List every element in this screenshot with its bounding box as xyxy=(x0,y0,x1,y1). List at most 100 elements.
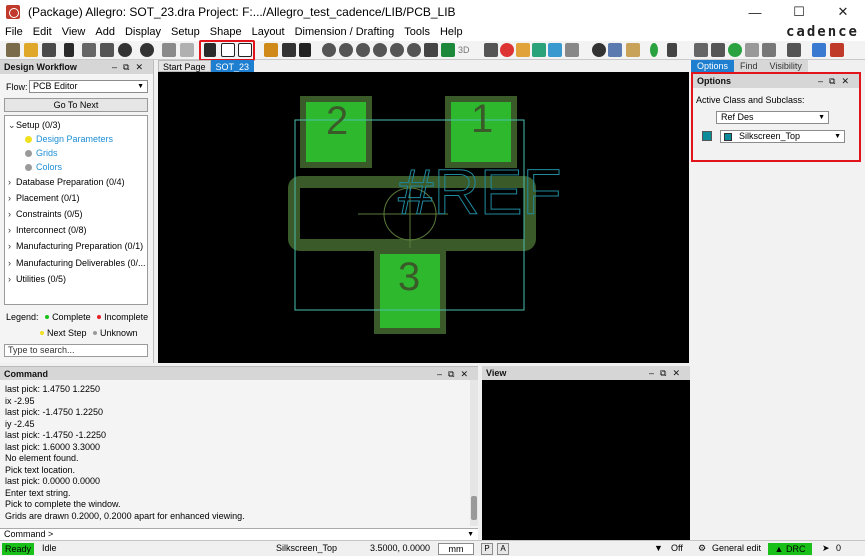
filter-icon[interactable]: ▼ xyxy=(654,543,663,553)
a-toggle[interactable]: A xyxy=(497,543,509,555)
void-icon[interactable] xyxy=(745,43,759,57)
log-line: last pick: 1.6000 3.3000 xyxy=(5,441,101,452)
zoom-in-icon[interactable] xyxy=(356,43,370,57)
workflow-tree: ⌄Setup (0/3) Design Parameters Grids Col… xyxy=(4,115,148,305)
panel-controls[interactable]: –⧉✕ xyxy=(112,60,149,74)
menu-file[interactable]: File xyxy=(0,24,28,41)
menu-setup[interactable]: Setup xyxy=(166,24,205,41)
tree-item-design-parameters[interactable]: Design Parameters xyxy=(25,134,113,144)
panel-controls[interactable]: –⧉✕ xyxy=(649,366,686,380)
layers-icon[interactable] xyxy=(548,43,562,57)
tree-item-colors[interactable]: Colors xyxy=(25,162,62,172)
design-icon[interactable] xyxy=(565,43,579,57)
close-button[interactable]: ✕ xyxy=(821,0,865,24)
layer-visibility-icon[interactable] xyxy=(532,43,546,57)
measure-icon[interactable] xyxy=(667,43,677,57)
log-line: Pick to complete the window. xyxy=(5,499,121,509)
slide-icon[interactable] xyxy=(282,43,296,57)
report-icon[interactable] xyxy=(608,43,622,57)
chevron-right-icon: › xyxy=(8,177,11,187)
log-line: last pick: -1.4750 1.2250 xyxy=(5,407,104,417)
unpin-icon[interactable] xyxy=(180,43,194,57)
3d-canvas-icon[interactable] xyxy=(441,43,455,57)
tree-node-manufacturing-preparation[interactable]: › Manufacturing Preparation (0/1) xyxy=(8,241,143,251)
scrollbar-thumb[interactable] xyxy=(471,496,477,520)
p-toggle[interactable]: P xyxy=(481,543,493,555)
3d-view-icon[interactable]: 3D xyxy=(458,43,474,57)
tab-start-page[interactable]: Start Page xyxy=(158,60,211,72)
copy-icon[interactable] xyxy=(82,43,96,57)
menu-edit[interactable]: Edit xyxy=(28,24,57,41)
maximize-button[interactable]: ☐ xyxy=(777,0,821,24)
tree-item-grids[interactable]: Grids xyxy=(25,148,58,158)
chevron-right-icon: › xyxy=(8,241,11,251)
menu-tools[interactable]: Tools xyxy=(399,24,435,41)
tree-node-utilities[interactable]: › Utilities (0/5) xyxy=(8,274,66,284)
gear-icon[interactable]: ⚙ xyxy=(698,543,706,554)
tree-node-interconnect[interactable]: › Interconnect (0/8) xyxy=(8,225,87,235)
open-folder-icon[interactable] xyxy=(24,43,38,57)
tree-node-placement[interactable]: › Placement (0/1) xyxy=(8,193,80,203)
minimize-button[interactable]: — xyxy=(733,0,777,24)
tab-visibility[interactable]: Visibility xyxy=(763,60,808,72)
tab-options[interactable]: Options xyxy=(691,60,735,72)
add-connect-icon[interactable] xyxy=(264,43,278,57)
zoom-out-icon[interactable] xyxy=(373,43,387,57)
menu-dimension-drafting[interactable]: Dimension / Drafting xyxy=(290,24,400,41)
chevron-right-icon: › xyxy=(8,193,11,203)
menu-layout[interactable]: Layout xyxy=(247,24,290,41)
log-line: Grids are drawn 0.2000, 0.2000 apart for… xyxy=(5,510,245,521)
grid-icon[interactable] xyxy=(484,43,498,57)
move-icon[interactable] xyxy=(64,43,74,57)
pin-icon[interactable] xyxy=(162,43,176,57)
tree-node-database-preparation[interactable]: › Database Preparation (0/4) xyxy=(8,177,125,187)
camera-icon[interactable] xyxy=(787,43,801,57)
spread-icon[interactable] xyxy=(299,43,311,57)
undo-icon[interactable] xyxy=(118,43,132,57)
command-header: Command –⧉✕ xyxy=(0,367,478,381)
drc-indicator[interactable]: ▲ DRC xyxy=(768,543,812,555)
new-design-icon[interactable] xyxy=(6,43,20,57)
workflow-search-input[interactable]: Type to search... xyxy=(4,344,148,357)
shadow-mode-icon[interactable] xyxy=(516,43,530,57)
command-input[interactable]: Command > xyxy=(0,528,478,540)
command-scrollbar[interactable] xyxy=(470,380,478,526)
zoom-points-icon[interactable] xyxy=(339,43,353,57)
export-icon[interactable] xyxy=(812,43,826,57)
units-field[interactable]: mm xyxy=(438,543,474,555)
zoom-world-icon[interactable] xyxy=(390,43,404,57)
edit-mode-status[interactable]: General edit xyxy=(712,543,761,553)
zoom-fit-icon[interactable] xyxy=(322,43,336,57)
home-icon[interactable] xyxy=(694,43,708,57)
edit-boundary-icon[interactable] xyxy=(762,43,776,57)
delete-icon[interactable] xyxy=(100,43,114,57)
tab-find[interactable]: Find xyxy=(734,60,764,72)
zoom-previous-icon[interactable] xyxy=(407,43,421,57)
menu-display[interactable]: Display xyxy=(120,24,166,41)
redo-icon[interactable] xyxy=(140,43,154,57)
shape-tools-icon[interactable] xyxy=(711,43,725,57)
menu-shape[interactable]: Shape xyxy=(205,24,247,41)
save-icon[interactable] xyxy=(42,43,56,57)
design-canvas[interactable]: 2 1 3 #REF xyxy=(158,72,689,363)
menu-help[interactable]: Help xyxy=(435,24,468,41)
pin-add-icon[interactable] xyxy=(650,43,658,57)
assign-net-icon[interactable] xyxy=(728,43,742,57)
go-to-next-button[interactable]: Go To Next xyxy=(4,98,148,112)
color-dialog-icon[interactable] xyxy=(500,43,514,57)
menu-view[interactable]: View xyxy=(57,24,91,41)
flow-select[interactable]: PCB Editor xyxy=(29,80,148,93)
tree-node-constraints[interactable]: › Constraints (0/5) xyxy=(8,209,83,219)
redraw-icon[interactable] xyxy=(424,43,438,57)
tab-sot-23[interactable]: SOT_23 xyxy=(210,60,255,72)
tree-node-manufacturing-deliverables[interactable]: › Manufacturing Deliverables (0/... xyxy=(8,258,146,268)
log-line: Pick text location. xyxy=(5,464,76,475)
tree-node-setup[interactable]: ⌄Setup (0/3) xyxy=(8,120,61,131)
show-icon[interactable] xyxy=(592,43,606,57)
package-icon[interactable] xyxy=(626,43,640,57)
world-view-canvas[interactable] xyxy=(482,380,690,540)
mode-status: Idle xyxy=(42,543,57,553)
skill-icon[interactable] xyxy=(830,43,844,57)
menu-add[interactable]: Add xyxy=(90,24,120,41)
panel-controls[interactable]: –⧉✕ xyxy=(437,367,474,381)
